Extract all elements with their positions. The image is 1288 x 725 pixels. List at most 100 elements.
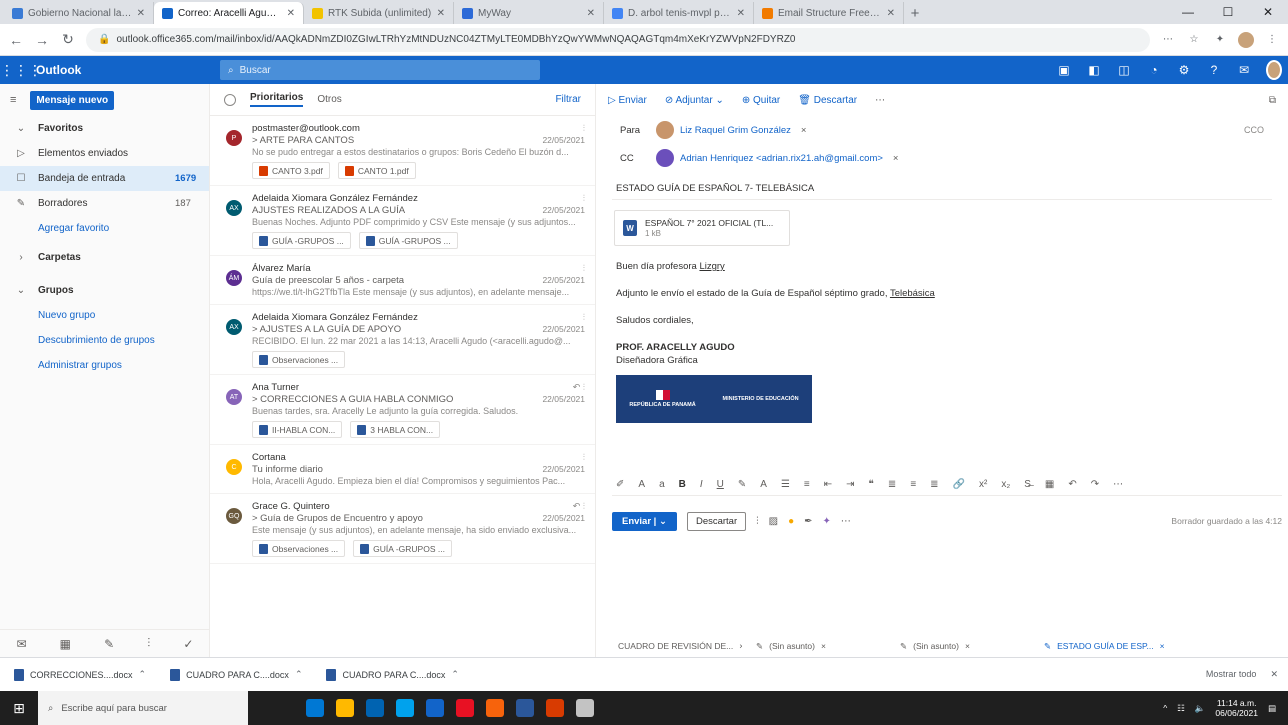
message-item[interactable]: AT Ana Turner ↶ ⫶ > CORRECCIONES A GUIA HAB…: [210, 375, 595, 445]
browser-tab[interactable]: Gobierno Nacional lanza Plan E... ✕: [4, 2, 154, 24]
extensions-icon[interactable]: ⋯: [1160, 32, 1176, 48]
font-color-icon[interactable]: A: [760, 479, 767, 490]
to-field[interactable]: Para Liz Raquel Grim González × CCO: [596, 116, 1288, 144]
align-right-icon[interactable]: ≣: [930, 479, 938, 490]
close-draft-icon[interactable]: ×: [821, 641, 826, 657]
user-avatar[interactable]: [1266, 60, 1282, 80]
attachment-chip[interactable]: Observaciones ...: [252, 351, 346, 368]
message-item[interactable]: Ppostmaster@outlook.com ⫶ > ARTE PARA CANT…: [210, 116, 595, 186]
back-icon[interactable]: ←: [8, 32, 24, 48]
taskbar-app-icon[interactable]: [576, 699, 594, 717]
attachment-card[interactable]: W ESPAÑOL 7° 2021 OFICIAL (TL... 1 kB: [614, 210, 790, 246]
close-tab-icon[interactable]: ✕: [287, 8, 295, 19]
message-actions-icon[interactable]: ↶ ⫶: [573, 501, 585, 512]
close-draft-icon[interactable]: ×: [965, 641, 970, 657]
chevron-up-icon[interactable]: ⌃: [451, 669, 459, 680]
taskbar-app-icon[interactable]: [486, 699, 504, 717]
new-message-button[interactable]: Mensaje nuevo: [30, 90, 115, 110]
notification-center-icon[interactable]: ▤: [1268, 703, 1276, 714]
italic-icon[interactable]: I: [700, 479, 703, 490]
attachment-chip[interactable]: 3 HABLA CON...: [350, 421, 441, 438]
select-all-checkbox[interactable]: [224, 93, 236, 106]
download-item[interactable]: CUADRO PARA C....docx ⌃: [170, 668, 302, 681]
download-item[interactable]: CORRECCIONES....docx ⌃: [14, 668, 146, 681]
taskbar-app-icon[interactable]: [366, 699, 384, 717]
send-button[interactable]: Enviar | ⌄: [612, 511, 677, 531]
windows-start-icon[interactable]: ⊞: [0, 700, 38, 717]
message-item[interactable]: ÁM Álvarez María ⫶ Guía de preescolar 5 año…: [210, 256, 595, 305]
feedback-icon[interactable]: ✉: [1236, 63, 1252, 77]
close-download-bar-icon[interactable]: ✕: [1270, 669, 1278, 680]
toolbar-attach-button[interactable]: ⊘ Adjuntar ⌄: [665, 95, 724, 106]
remove-cc-icon[interactable]: ×: [893, 153, 899, 164]
align-left-icon[interactable]: ≣: [888, 479, 896, 490]
more-options-icon[interactable]: ⋯: [875, 95, 885, 106]
teams-icon[interactable]: ▣: [1056, 63, 1072, 77]
font-size-icon[interactable]: A: [638, 479, 645, 490]
draft-tab[interactable]: ✎ (Sin asunto) ×: [900, 641, 1030, 657]
close-tab-icon[interactable]: ✕: [737, 8, 745, 19]
draft-tab[interactable]: ✎ (Sin asunto) ×: [756, 641, 886, 657]
message-actions-icon[interactable]: ⫶: [583, 263, 585, 274]
network-icon[interactable]: ☷: [1177, 703, 1185, 714]
taskbar-app-icon[interactable]: [426, 699, 444, 717]
message-actions-icon[interactable]: ⫶: [583, 312, 585, 323]
nav-item[interactable]: ▷ Elementos enviados: [0, 141, 209, 166]
message-actions-icon[interactable]: ⫶: [583, 452, 585, 463]
cc-chip[interactable]: Adrian Henriquez <adrian.rix21.ah@gmail.…: [656, 149, 898, 167]
todo-module-icon[interactable]: ✓: [183, 637, 193, 651]
settings-gear-icon[interactable]: ⚙: [1176, 63, 1192, 77]
my-day-icon[interactable]: ◫: [1116, 63, 1132, 77]
draft-tab[interactable]: CUADRO DE REVISIÓN DE... ×: [612, 641, 742, 657]
forward-icon[interactable]: →: [34, 32, 50, 48]
app-launcher-icon[interactable]: ⋮⋮⋮: [0, 62, 42, 79]
toolbar-send-button[interactable]: ▷ Enviar: [608, 95, 647, 106]
browser-tab[interactable]: MyWay ✕: [454, 2, 604, 24]
subject-field[interactable]: ESTADO GUÍA DE ESPAÑOL 7- TELEBÁSICA: [612, 178, 1272, 200]
message-actions-icon[interactable]: ⫶: [583, 193, 585, 204]
message-item[interactable]: C Cortana ⫶ Tu informe diario 22/05/2021 Hola…: [210, 445, 595, 494]
clock[interactable]: 11:14 a.m. 06/06/2021: [1215, 698, 1258, 718]
tray-chevron-icon[interactable]: ^: [1163, 703, 1167, 713]
menu-dots-icon[interactable]: ⋮: [1264, 32, 1280, 48]
emoji-icon[interactable]: ●: [788, 516, 794, 527]
attachment-chip[interactable]: II-HABLA CON...: [252, 421, 343, 438]
browser-tab[interactable]: D. arbol tenis-mvpl pell - Buscar ✕: [604, 2, 754, 24]
download-item[interactable]: CUADRO PARA C....docx ⌃: [326, 668, 459, 681]
remove-recipient-icon[interactable]: ×: [801, 125, 807, 136]
underline-icon[interactable]: U: [717, 479, 724, 490]
indent-icon[interactable]: ⇥: [846, 479, 854, 490]
close-tab-icon[interactable]: ✕: [437, 8, 445, 19]
font-size-shrink-icon[interactable]: a: [659, 479, 665, 490]
strikethrough-icon[interactable]: S̶: [1024, 479, 1031, 490]
undo-icon[interactable]: ↶: [1068, 479, 1076, 490]
group-link[interactable]: Nuevo grupo: [0, 303, 209, 328]
tab-focused[interactable]: Prioritarios: [250, 92, 304, 107]
close-tab-icon[interactable]: ✕: [887, 8, 895, 19]
outdent-icon[interactable]: ⇤: [824, 479, 832, 490]
taskbar-app-icon[interactable]: [546, 699, 564, 717]
nav-item[interactable]: ✎ Borradores 187: [0, 191, 209, 216]
attachment-chip[interactable]: Observaciones ...: [252, 540, 346, 557]
subscript-icon[interactable]: x₂: [1001, 479, 1010, 490]
attach-icon[interactable]: ⫶: [756, 516, 759, 527]
redo-icon[interactable]: ↷: [1091, 479, 1099, 490]
quote-icon[interactable]: ❝: [869, 479, 874, 490]
close-tab-icon[interactable]: ✕: [137, 8, 145, 19]
profile-icon[interactable]: [1238, 31, 1254, 48]
taskbar-search-input[interactable]: ⌕ Escribe aquí para buscar: [38, 691, 248, 725]
filter-button[interactable]: Filtrar: [555, 94, 581, 105]
people-module-icon[interactable]: ✎: [104, 637, 114, 651]
taskbar-app-icon[interactable]: [396, 699, 414, 717]
numbering-icon[interactable]: ≡: [804, 479, 810, 490]
attachment-chip[interactable]: GUÍA -GRUPOS ...: [353, 540, 452, 557]
link-icon[interactable]: 🔗: [953, 479, 965, 490]
show-all-downloads-link[interactable]: Mostrar todo: [1206, 669, 1257, 680]
taskbar-app-icon[interactable]: [306, 699, 324, 717]
maximize-button[interactable]: ☐: [1208, 0, 1248, 24]
format-painter-icon[interactable]: ✐: [616, 479, 624, 490]
mail-module-icon[interactable]: ✉: [17, 637, 27, 651]
message-item[interactable]: AX Adelaida Xiomara González Fernández ⫶ AJ…: [210, 186, 595, 256]
collapse-nav-icon[interactable]: ≡: [10, 94, 16, 106]
browser-tab[interactable]: RTK Subida (unlimited) ✕: [304, 2, 454, 24]
